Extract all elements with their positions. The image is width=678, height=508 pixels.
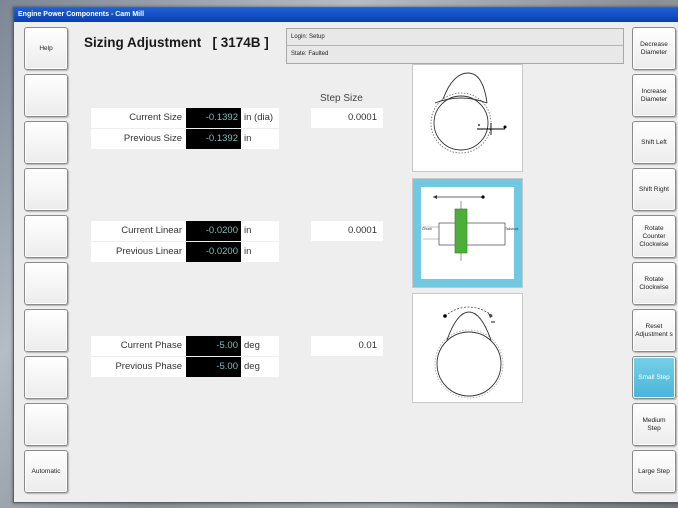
linear-step-field[interactable]: 0.0001	[311, 221, 383, 241]
decrease-diameter-button[interactable]: Decrease Diameter	[632, 27, 676, 70]
current-linear-label: Current Linear	[91, 221, 186, 241]
window-title: Engine Power Components - Cam Mill	[14, 8, 678, 22]
phase-diagram	[412, 293, 523, 403]
previous-phase-unit: deg	[241, 357, 279, 377]
previous-linear-unit: in	[241, 242, 279, 262]
current-size-value: -0.1392	[186, 108, 241, 128]
rotate-counter-clockwise-button[interactable]: Rotate Counter Clockwise	[632, 215, 676, 258]
help-button[interactable]: Help	[24, 27, 68, 70]
increase-diameter-button[interactable]: Increase Diameter	[632, 74, 676, 117]
page-title: Sizing Adjustment [ 3174B ]	[84, 35, 269, 50]
rotate-clockwise-button[interactable]: Rotate Clockwise	[632, 262, 676, 305]
medium-step-button[interactable]: Medium Step	[632, 403, 676, 446]
previous-size-value: -0.1392	[186, 129, 241, 149]
main-window: Engine Power Components - Cam Mill Help …	[13, 7, 678, 503]
automatic-button[interactable]: Automatic	[24, 450, 68, 493]
left-button-8[interactable]	[24, 356, 68, 399]
current-size-label: Current Size	[91, 108, 186, 128]
phase-step-field[interactable]: 0.01	[311, 336, 383, 356]
current-phase-label: Current Phase	[91, 336, 186, 356]
left-button-2[interactable]	[24, 74, 68, 117]
previous-phase-value: -5.00	[186, 357, 241, 377]
linear-shift-icon	[423, 195, 506, 261]
previous-size-label: Previous Size	[91, 129, 186, 149]
previous-linear-value: -0.0200	[186, 242, 241, 262]
small-step-button[interactable]: Small Step	[632, 356, 676, 399]
shift-left-button[interactable]: Shift Left	[632, 121, 676, 164]
left-button-7[interactable]	[24, 309, 68, 352]
page-title-text: Sizing Adjustment	[84, 35, 202, 50]
size-step-field[interactable]: 0.0001	[311, 108, 383, 128]
diameter-diagram	[412, 64, 523, 172]
previous-linear-label: Previous Linear	[91, 242, 186, 262]
machine-state: State: Faulted	[291, 51, 329, 57]
current-size-unit: in (dia)	[241, 108, 279, 128]
previous-phase-label: Previous Phase	[91, 357, 186, 377]
reset-adjustments-button[interactable]: Reset Adjustment s	[632, 309, 676, 352]
login-status: Login: Setup	[287, 29, 623, 46]
current-linear-value: -0.0200	[186, 221, 241, 241]
left-button-4[interactable]	[24, 168, 68, 211]
chuck-label: Chuck	[422, 227, 432, 231]
left-button-6[interactable]	[24, 262, 68, 305]
left-button-3[interactable]	[24, 121, 68, 164]
previous-size-unit: in	[241, 129, 279, 149]
current-phase-value: -5.00	[186, 336, 241, 356]
large-step-button[interactable]: Large Step	[632, 450, 676, 493]
left-button-9[interactable]	[24, 403, 68, 446]
cam-diameter-icon	[430, 72, 507, 154]
status-panel: Login: Setup State: Faulted	[286, 28, 624, 64]
current-phase-unit: deg	[241, 336, 279, 356]
current-linear-unit: in	[241, 221, 279, 241]
part-number: [ 3174B ]	[212, 35, 269, 50]
left-button-5[interactable]	[24, 215, 68, 258]
phase-rotation-icon	[434, 306, 504, 399]
shift-right-button[interactable]: Shift Right	[632, 168, 676, 211]
step-size-heading: Step Size	[320, 93, 363, 104]
linear-diagram: Chuck Tailstock	[412, 178, 523, 288]
tailstock-label: Tailstock	[505, 227, 519, 231]
linear-diagram-canvas: Chuck Tailstock	[421, 187, 518, 279]
